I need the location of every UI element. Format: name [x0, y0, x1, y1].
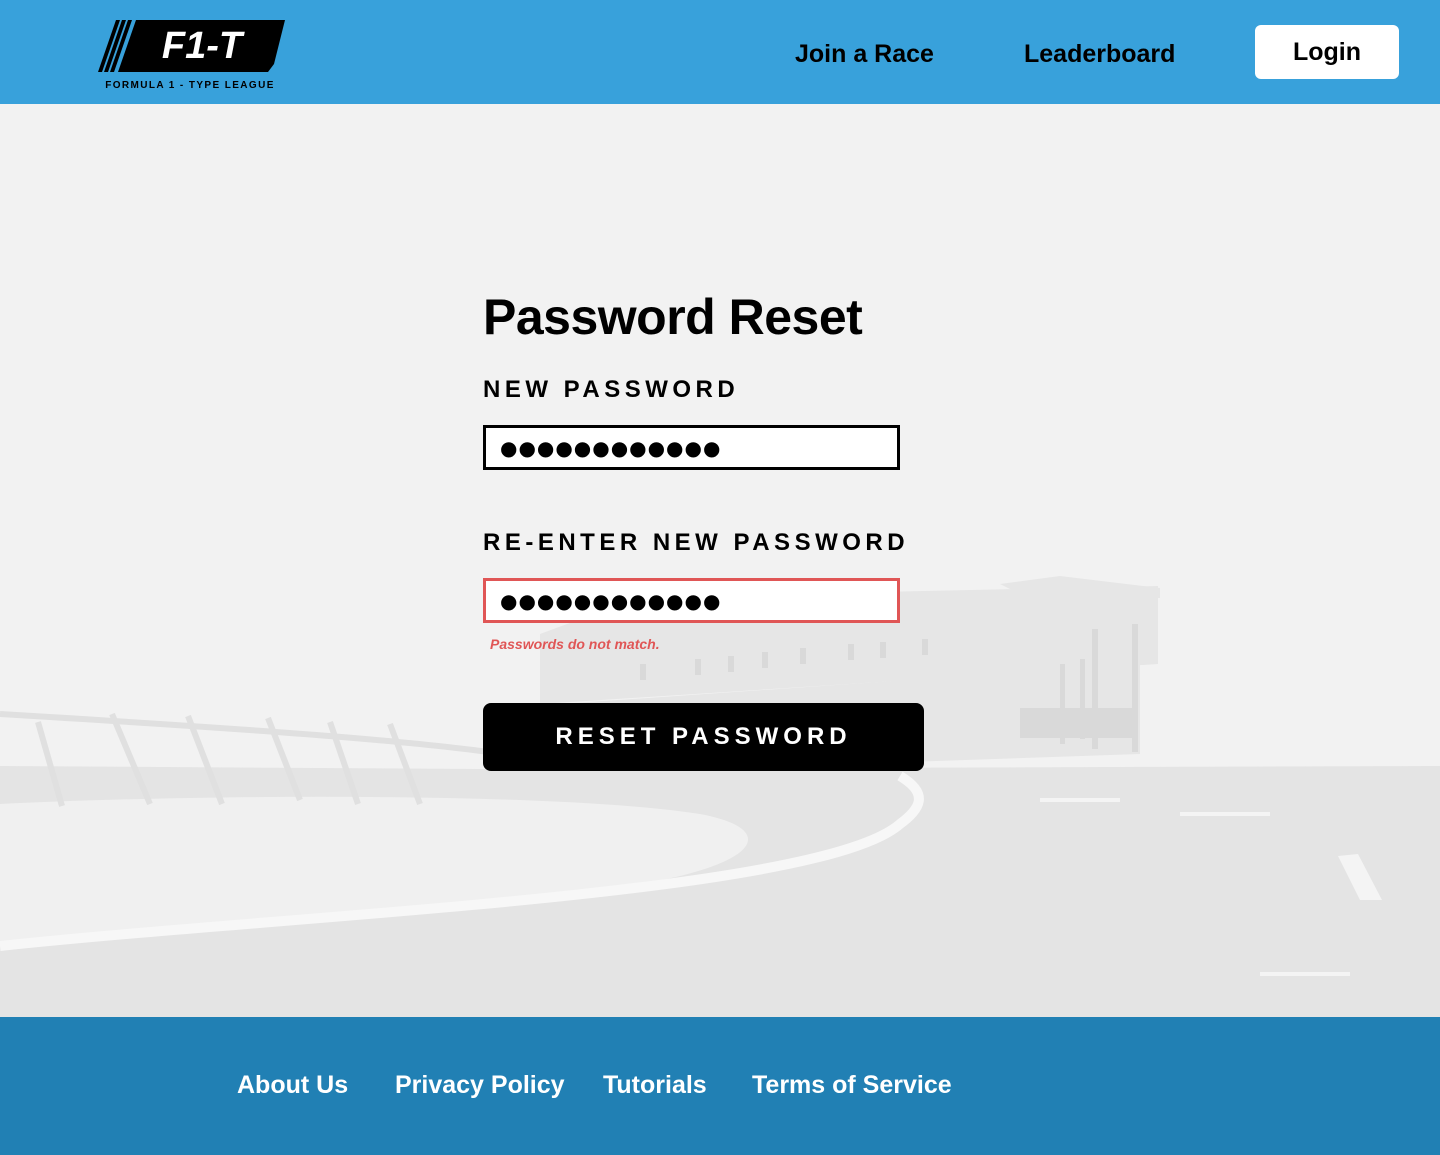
- nav-join-race[interactable]: Join a Race: [795, 34, 934, 74]
- site-header: F1-T FORMULA 1 - TYPE LEAGUE Join a Race…: [0, 0, 1440, 104]
- password-mismatch-error: Passwords do not match.: [490, 636, 660, 652]
- reenter-password-label: RE-ENTER NEW PASSWORD: [483, 529, 910, 556]
- footer-link-terms-of-service[interactable]: Terms of Service: [752, 1067, 952, 1103]
- reset-password-button[interactable]: RESET PASSWORD: [483, 703, 924, 771]
- logo-text: F1-T: [162, 25, 245, 67]
- login-button[interactable]: Login: [1255, 25, 1399, 79]
- race-track-background: [0, 576, 1440, 1017]
- logo-tagline: FORMULA 1 - TYPE LEAGUE: [105, 80, 275, 91]
- site-footer: About Us Privacy Policy Tutorials Terms …: [0, 1017, 1440, 1155]
- footer-link-tutorials[interactable]: Tutorials: [603, 1067, 707, 1103]
- reenter-password-input[interactable]: [483, 578, 900, 623]
- new-password-input[interactable]: [483, 425, 900, 470]
- footer-link-privacy-policy[interactable]: Privacy Policy: [395, 1067, 565, 1103]
- page-title: Password Reset: [483, 289, 863, 345]
- site-logo[interactable]: F1-T FORMULA 1 - TYPE LEAGUE: [98, 18, 290, 94]
- footer-link-about-us[interactable]: About Us: [237, 1067, 348, 1103]
- nav-leaderboard[interactable]: Leaderboard: [1024, 34, 1175, 74]
- new-password-label: NEW PASSWORD: [483, 376, 740, 403]
- main-content: Password Reset NEW PASSWORD RE-ENTER NEW…: [0, 104, 1440, 1017]
